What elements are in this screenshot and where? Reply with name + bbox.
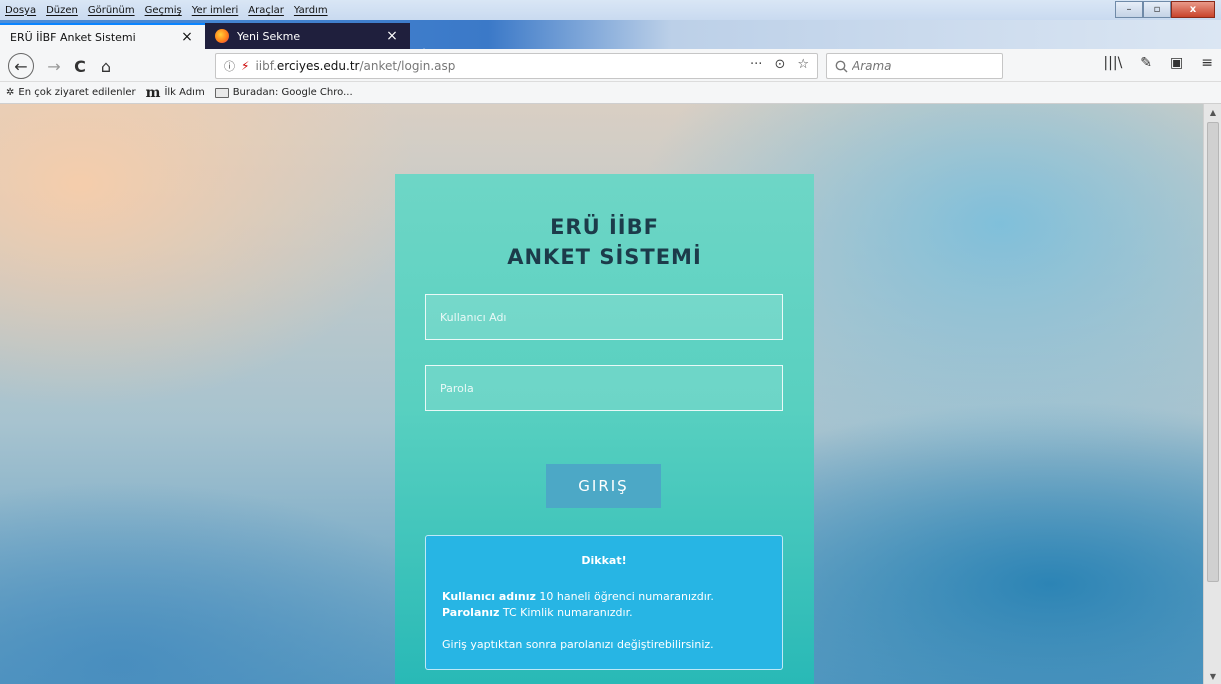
menu-yardim[interactable]: Yardım — [289, 5, 333, 16]
page-background: ERÜ İİBF ANKET SİSTEMİ GIRIŞ Dikkat! Kul… — [0, 104, 1203, 684]
page-actions-icon[interactable]: ··· — [750, 57, 762, 72]
tab-title: ERÜ İİBF Anket Sistemi — [10, 30, 136, 44]
url-bar[interactable]: ⓘ ⚡ iibf. erciyes.edu.tr/anket/login.asp … — [215, 53, 818, 79]
tab-anket-sistemi[interactable]: ERÜ İİBF Anket Sistemi × — [0, 23, 205, 49]
hamburger-menu-icon[interactable]: ≡ — [1201, 55, 1213, 71]
info-icon[interactable]: ⓘ — [224, 58, 235, 74]
window-controls: – ▫ x — [1115, 1, 1215, 18]
tab-bar: ERÜ İİBF Anket Sistemi × Yeni Sekme × + — [0, 20, 1221, 65]
search-input[interactable] — [852, 59, 992, 73]
tab-title: Yeni Sekme — [237, 29, 301, 43]
url-subdomain: iibf. — [255, 59, 277, 73]
menu-araclar[interactable]: Araçlar — [243, 5, 289, 16]
close-tab-icon[interactable]: × — [179, 29, 195, 45]
url-path: /anket/login.asp — [359, 59, 456, 73]
title-line-2: ANKET SİSTEMİ — [507, 245, 702, 269]
reload-button[interactable]: C — [68, 54, 92, 78]
menu-yer-imleri[interactable]: Yer imleri — [187, 5, 244, 16]
bookmarks-bar: ✲ En çok ziyaret edilenler m İlk Adım Bu… — [0, 82, 1221, 104]
notice-bold: Kullanıcı adınız — [442, 590, 536, 603]
notice-title: Dikkat! — [581, 554, 627, 567]
password-input[interactable] — [426, 366, 782, 410]
bookmark-label: En çok ziyaret edilenler — [18, 87, 136, 98]
scroll-thumb[interactable] — [1207, 122, 1219, 582]
forward-button[interactable]: → — [42, 54, 66, 78]
login-button[interactable]: GIRIŞ — [546, 464, 661, 508]
bookmark-label: Buradan: Google Chro... — [232, 87, 353, 98]
insecure-lock-icon[interactable]: ⚡ — [241, 59, 249, 73]
close-window-button[interactable]: x — [1171, 1, 1215, 18]
toolbar-icons: |||\ ✎ ▣ ≡ — [1103, 55, 1213, 71]
library-icon[interactable]: |||\ — [1103, 55, 1122, 71]
menu-bar: Dosya Düzen Görünüm Geçmiş Yer imleri Ar… — [0, 0, 1221, 20]
scroll-down-arrow-icon[interactable]: ▼ — [1204, 668, 1221, 684]
folder-icon — [214, 87, 229, 98]
page-title: ERÜ İİBF ANKET SİSTEMİ — [395, 212, 814, 272]
vertical-scrollbar[interactable]: ▲ ▼ — [1203, 104, 1221, 684]
notice-text: 10 haneli öğrenci numaranızdır. — [535, 590, 714, 603]
bookmark-ilk-adim[interactable]: m İlk Adım — [146, 85, 205, 101]
tab-yeni-sekme[interactable]: Yeni Sekme × — [205, 23, 410, 49]
minimize-button[interactable]: – — [1115, 1, 1143, 18]
notice-change-password-info: Giriş yaptıktan sonra parolanızı değişti… — [442, 638, 714, 651]
nav-toolbar: ← → C ⌂ ⓘ ⚡ iibf. erciyes.edu.tr/anket/lo… — [0, 49, 1221, 82]
title-line-1: ERÜ İİBF — [550, 215, 659, 239]
close-tab-icon[interactable]: × — [384, 28, 400, 44]
login-card: ERÜ İİBF ANKET SİSTEMİ GIRIŞ Dikkat! Kul… — [395, 174, 814, 684]
firefox-icon — [215, 29, 229, 43]
pocket-icon[interactable]: ⊙ — [774, 57, 785, 72]
search-bar[interactable] — [826, 53, 1003, 79]
password-field — [425, 365, 783, 411]
back-button[interactable]: ← — [8, 53, 34, 79]
bookmark-star-icon[interactable]: ☆ — [797, 57, 809, 72]
m-logo-icon: m — [145, 84, 161, 101]
username-input[interactable] — [426, 295, 782, 339]
bookmark-label: İlk Adım — [164, 87, 205, 98]
scroll-up-arrow-icon[interactable]: ▲ — [1204, 104, 1221, 120]
notice-password-info: Parolanız TC Kimlik numaranızdır. — [442, 605, 766, 621]
menu-gorunum[interactable]: Görünüm — [83, 5, 140, 16]
home-button[interactable]: ⌂ — [94, 54, 118, 78]
sidebar-icon[interactable]: ▣ — [1170, 55, 1183, 71]
tools-icon[interactable]: ✎ — [1140, 55, 1152, 71]
username-field — [425, 294, 783, 340]
maximize-button[interactable]: ▫ — [1143, 1, 1171, 18]
search-icon — [835, 60, 848, 72]
menu-dosya[interactable]: Dosya — [0, 5, 41, 16]
notice-bold: Parolanız — [442, 606, 500, 619]
gear-icon: ✲ — [6, 87, 15, 98]
url-domain: erciyes.edu.tr — [276, 59, 360, 73]
menu-duzen[interactable]: Düzen — [41, 5, 83, 16]
notice-box: Dikkat! Kullanıcı adınız 10 haneli öğren… — [425, 535, 783, 670]
bookmark-most-visited[interactable]: ✲ En çok ziyaret edilenler — [6, 87, 136, 98]
notice-username-info: Kullanıcı adınız 10 haneli öğrenci numar… — [442, 589, 766, 605]
bookmark-google-chrome-folder[interactable]: Buradan: Google Chro... — [214, 87, 353, 98]
notice-text: TC Kimlik numaranızdır. — [499, 606, 633, 619]
menu-gecmis[interactable]: Geçmiş — [140, 5, 187, 16]
